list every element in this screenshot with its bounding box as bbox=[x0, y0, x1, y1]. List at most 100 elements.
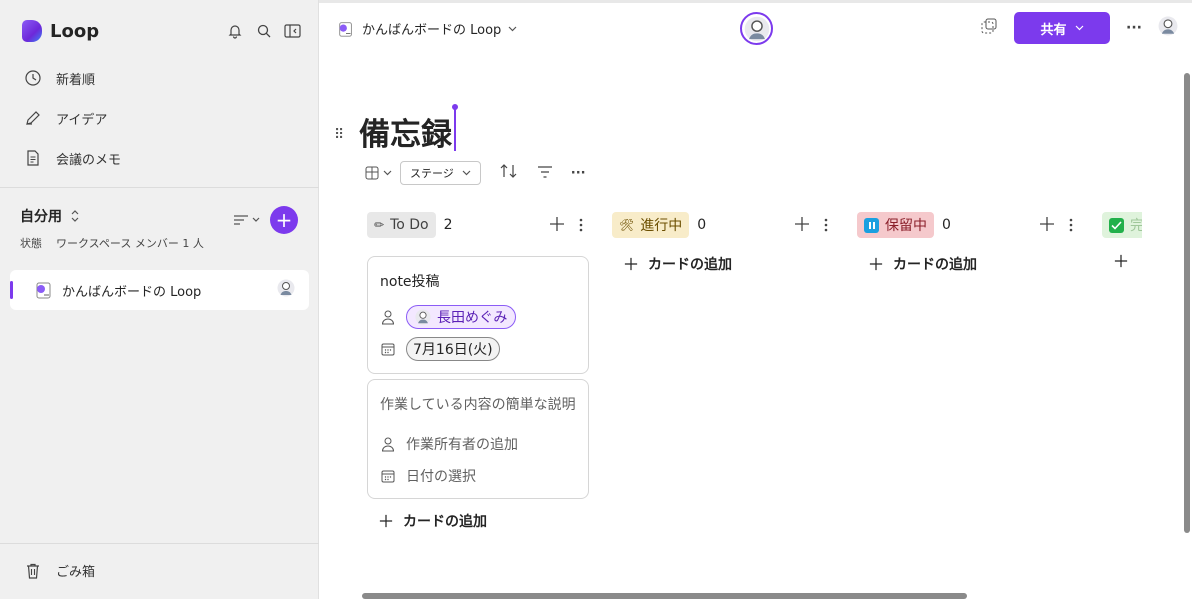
add-card-button[interactable]: カードの追加 bbox=[367, 511, 589, 531]
tools-icon: 🛠 bbox=[619, 218, 635, 232]
workspace-title[interactable]: 自分用 bbox=[20, 206, 204, 226]
user-avatar[interactable] bbox=[1158, 16, 1178, 40]
sidebar-item-label: アイデア bbox=[56, 112, 108, 128]
drag-handle-icon[interactable]: ⠿ bbox=[334, 127, 344, 143]
add-icon bbox=[1114, 254, 1128, 268]
sort-icon[interactable] bbox=[499, 163, 519, 183]
trash-label: ごみ箱 bbox=[56, 565, 96, 580]
card-title-placeholder[interactable]: 作業している内容の簡単な説明 bbox=[380, 394, 576, 416]
add-card-label: カードの追加 bbox=[893, 257, 977, 273]
trash-icon bbox=[27, 563, 39, 579]
pencil-icon: ✏ bbox=[374, 218, 385, 232]
chevron-down-icon bbox=[383, 170, 392, 176]
breadcrumb-label: かんばんボードの Loop bbox=[362, 23, 502, 38]
column-tag[interactable]: 完 bbox=[1102, 212, 1142, 238]
trash-button[interactable]: ごみ箱 bbox=[24, 561, 95, 580]
pause-icon bbox=[864, 217, 879, 233]
sidebar-item-ideas[interactable]: アイデア bbox=[14, 98, 304, 138]
workspace-members: ワークスペース メンバー 1 人 bbox=[56, 237, 204, 250]
assignee-placeholder[interactable]: 作業所有者の追加 bbox=[406, 434, 518, 454]
collaborator-avatar[interactable] bbox=[740, 12, 773, 45]
assignee-name: 長田めぐみ bbox=[437, 310, 508, 326]
sidebar-item-meeting-notes[interactable]: 会議のメモ bbox=[14, 138, 304, 178]
add-card-button[interactable]: カードの追加 bbox=[857, 254, 1079, 274]
kanban-board: ✏ To Do 2 note投稿 長田めぐみ 7月16日(火) 作業している内容… bbox=[367, 206, 1142, 591]
person-icon bbox=[381, 310, 395, 325]
column-label: 完 bbox=[1130, 218, 1142, 234]
sort-menu-icon[interactable] bbox=[233, 214, 260, 226]
copy-component-icon[interactable] bbox=[980, 17, 998, 39]
share-button[interactable]: 共有 bbox=[1014, 12, 1111, 44]
add-icon[interactable] bbox=[1039, 216, 1055, 237]
column-count: 2 bbox=[443, 217, 453, 233]
app-name: Loop bbox=[50, 20, 100, 42]
collaborator-cursor bbox=[452, 104, 458, 151]
app-logo[interactable]: Loop bbox=[22, 20, 99, 42]
active-indicator bbox=[10, 281, 13, 299]
clock-icon bbox=[25, 70, 41, 86]
sidebar-page-kanban[interactable]: かんばんボードの Loop bbox=[10, 270, 309, 310]
add-card-label: カードの追加 bbox=[403, 514, 487, 530]
date-placeholder[interactable]: 日付の選択 bbox=[406, 466, 476, 486]
add-icon[interactable] bbox=[794, 216, 810, 237]
add-card-button[interactable]: カードの追加 bbox=[612, 254, 834, 274]
sort-chevron-icon bbox=[71, 210, 79, 222]
more-options-icon[interactable]: ··· bbox=[571, 166, 586, 181]
board-column-todo: ✏ To Do 2 note投稿 長田めぐみ 7月16日(火) 作業している内容… bbox=[367, 206, 589, 531]
board-view-icon bbox=[365, 166, 379, 180]
add-card-label: カードの追加 bbox=[648, 257, 732, 273]
workspace-header: 自分用 状態 ワークスペース メンバー 1 人 bbox=[20, 206, 204, 251]
add-icon bbox=[869, 257, 883, 271]
group-by-select[interactable]: ステージ bbox=[400, 161, 481, 185]
page-title[interactable]: 備忘録 bbox=[359, 109, 452, 154]
add-icon bbox=[624, 257, 638, 271]
add-icon[interactable] bbox=[549, 216, 565, 237]
filter-icon[interactable] bbox=[537, 164, 553, 183]
note-icon bbox=[27, 150, 39, 166]
view-switch-button[interactable] bbox=[365, 166, 392, 180]
bell-icon[interactable] bbox=[226, 22, 243, 39]
collapse-sidebar-icon[interactable] bbox=[284, 22, 301, 39]
sidebar-item-label: 会議のメモ bbox=[56, 152, 122, 168]
board-card[interactable]: 作業している内容の簡単な説明 作業所有者の追加 日付の選択 bbox=[367, 379, 589, 499]
calendar-icon bbox=[381, 343, 395, 356]
group-by-label: ステージ bbox=[410, 167, 454, 180]
add-card-button[interactable] bbox=[1102, 254, 1142, 268]
column-tag[interactable]: 🛠 進行中 bbox=[612, 212, 690, 238]
person-icon bbox=[381, 437, 395, 452]
breadcrumb[interactable]: かんばんボードの Loop bbox=[337, 19, 517, 38]
workspace-name: 自分用 bbox=[20, 209, 62, 225]
loop-logo-icon bbox=[22, 20, 42, 42]
column-more-icon[interactable] bbox=[579, 216, 583, 237]
pen-icon bbox=[26, 111, 40, 125]
board-column-done: 完 bbox=[1102, 206, 1142, 268]
horizontal-scrollbar[interactable] bbox=[362, 593, 967, 599]
column-count: 0 bbox=[697, 217, 707, 233]
avatar[interactable] bbox=[277, 279, 295, 301]
sidebar-item-recent[interactable]: 新着順 bbox=[14, 58, 304, 98]
search-icon[interactable] bbox=[255, 22, 272, 39]
column-label: To Do bbox=[390, 217, 429, 233]
add-page-button[interactable]: + bbox=[270, 206, 298, 234]
add-icon bbox=[379, 514, 393, 528]
share-label: 共有 bbox=[1040, 22, 1067, 38]
more-options-icon[interactable]: ··· bbox=[1126, 20, 1142, 36]
assignee-pill[interactable]: 長田めぐみ bbox=[406, 305, 517, 329]
chevron-down-icon bbox=[508, 26, 517, 31]
card-title[interactable]: note投稿 bbox=[380, 271, 576, 293]
vertical-scrollbar[interactable] bbox=[1184, 73, 1190, 533]
board-card[interactable]: note投稿 長田めぐみ 7月16日(火) bbox=[367, 256, 589, 374]
date-pill[interactable]: 7月16日(火) bbox=[406, 337, 500, 361]
loop-page-icon bbox=[339, 21, 352, 37]
column-tag[interactable]: ✏ To Do bbox=[367, 212, 436, 238]
chevron-down-icon bbox=[1075, 25, 1083, 31]
divider bbox=[0, 187, 319, 188]
top-bar: かんばんボードの Loop 共有 ··· bbox=[319, 3, 1192, 57]
column-more-icon[interactable] bbox=[1069, 216, 1073, 237]
column-more-icon[interactable] bbox=[824, 216, 828, 237]
sidebar-item-label: 新着順 bbox=[56, 72, 96, 88]
avatar bbox=[415, 309, 431, 325]
sidebar-nav: 新着順 アイデア 会議のメモ bbox=[14, 58, 304, 178]
main-content: かんばんボードの Loop 共有 ··· ⠿ 備忘録 ステージ ··· ✏ To… bbox=[319, 0, 1192, 599]
column-tag[interactable]: 保留中 bbox=[857, 212, 934, 238]
